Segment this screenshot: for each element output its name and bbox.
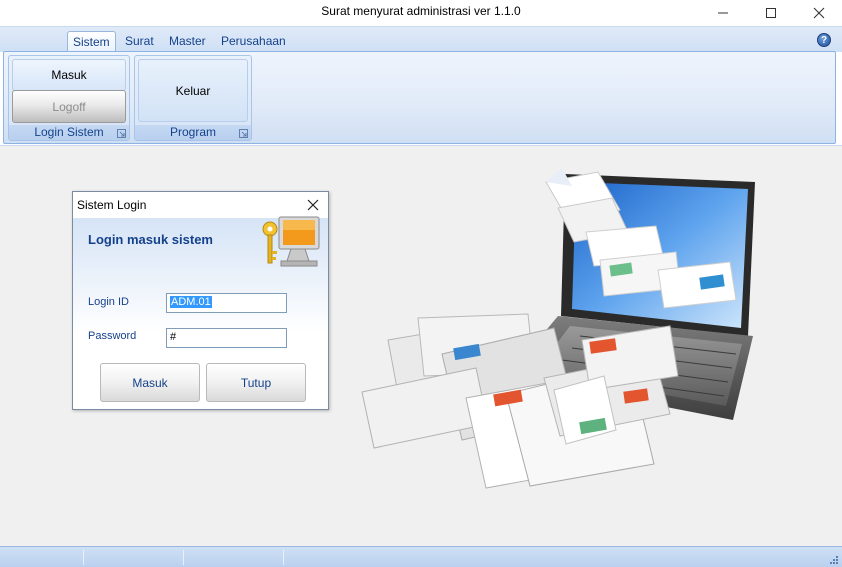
minimize-icon <box>718 12 728 14</box>
status-cell <box>0 550 84 565</box>
ribbon-logoff-button[interactable]: Logoff <box>12 90 126 123</box>
tab-surat[interactable]: Surat <box>120 31 159 53</box>
group-login-sistem: Masuk Logoff Login Sistem <box>8 55 130 141</box>
maximize-button[interactable] <box>748 0 794 26</box>
status-bar <box>0 546 842 567</box>
login-id-input[interactable]: ADM.01 <box>166 293 287 313</box>
minimize-button[interactable] <box>700 0 746 26</box>
group-program: Keluar Program <box>134 55 252 141</box>
dialog-launcher-icon[interactable] <box>239 129 248 138</box>
group-label-login-sistem: Login Sistem <box>9 125 129 140</box>
resize-grip-icon[interactable] <box>828 554 838 564</box>
status-cell <box>84 550 184 565</box>
tab-sistem[interactable]: Sistem <box>67 31 116 53</box>
tab-master[interactable]: Master <box>164 31 211 53</box>
ribbon-keluar-button[interactable]: Keluar <box>138 59 248 122</box>
maximize-icon <box>766 8 776 18</box>
ribbon-tab-bar: Sistem Surat Master Perusahaan ? <box>0 26 842 53</box>
dialog-title: Sistem Login <box>77 198 147 212</box>
login-id-value: ADM.01 <box>170 296 212 308</box>
tutup-button[interactable]: Tutup <box>206 363 306 402</box>
laptop-envelopes-image <box>361 168 755 489</box>
ribbon-masuk-button[interactable]: Masuk <box>12 59 126 91</box>
dialog-heading: Login masuk sistem <box>88 232 213 247</box>
close-icon <box>307 199 319 211</box>
login-id-label: Login ID <box>88 296 129 308</box>
help-icon[interactable]: ? <box>817 33 831 47</box>
ribbon-panel: Masuk Logoff Login Sistem Keluar Program <box>3 51 836 144</box>
group-label-program: Program <box>135 125 251 140</box>
password-value: # <box>170 331 177 343</box>
window-titlebar: Surat menyurat administrasi ver 1.1.0 <box>0 0 842 26</box>
password-label: Password <box>88 330 137 342</box>
dialog-close-button[interactable] <box>303 195 323 215</box>
status-cell <box>184 550 284 565</box>
login-dialog: Sistem Login Login masuk sistem Login ID… <box>72 191 329 410</box>
close-button[interactable] <box>796 0 842 26</box>
key-monitor-icon <box>262 216 320 267</box>
close-icon <box>813 7 825 19</box>
dialog-launcher-icon[interactable] <box>117 129 126 138</box>
tab-perusahaan[interactable]: Perusahaan <box>216 31 291 53</box>
masuk-button[interactable]: Masuk <box>100 363 200 402</box>
password-input[interactable]: # <box>166 328 287 348</box>
